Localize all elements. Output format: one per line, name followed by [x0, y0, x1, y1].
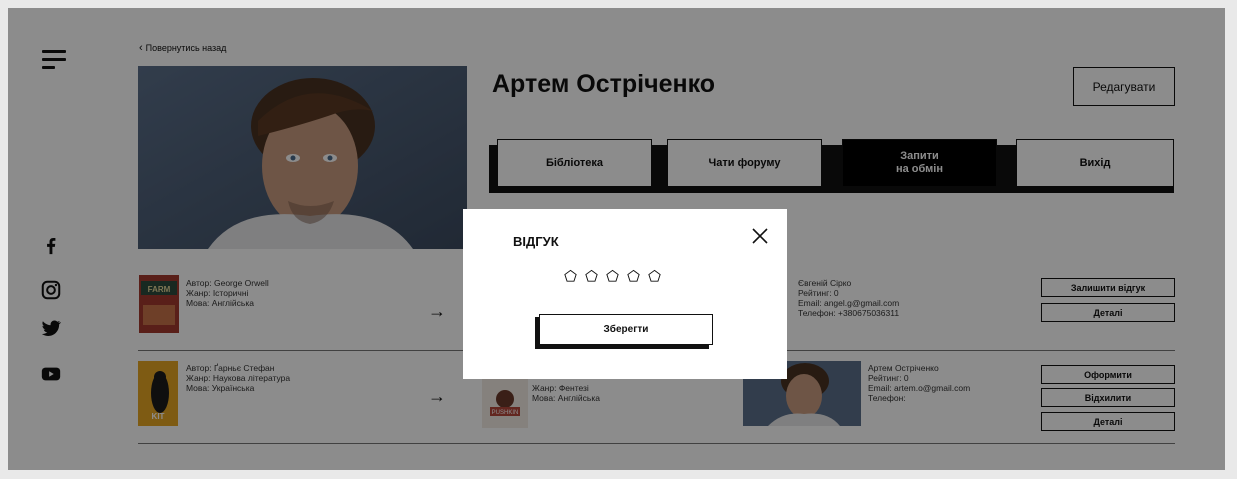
- star-icon[interactable]: [605, 269, 620, 284]
- star-icon[interactable]: [584, 269, 599, 284]
- page: ‹ Повернутись назад Артем Остріченко Ред…: [8, 8, 1225, 470]
- save-button-wrap: Зберегти: [535, 314, 713, 350]
- modal-title: ВІДГУК: [513, 234, 559, 249]
- save-button[interactable]: Зберегти: [539, 314, 713, 345]
- rating-stars: [563, 269, 662, 284]
- review-modal: ВІДГУК Зберегти: [463, 209, 787, 379]
- star-icon[interactable]: [647, 269, 662, 284]
- star-icon[interactable]: [626, 269, 641, 284]
- star-icon[interactable]: [563, 269, 578, 284]
- close-icon[interactable]: [751, 227, 769, 245]
